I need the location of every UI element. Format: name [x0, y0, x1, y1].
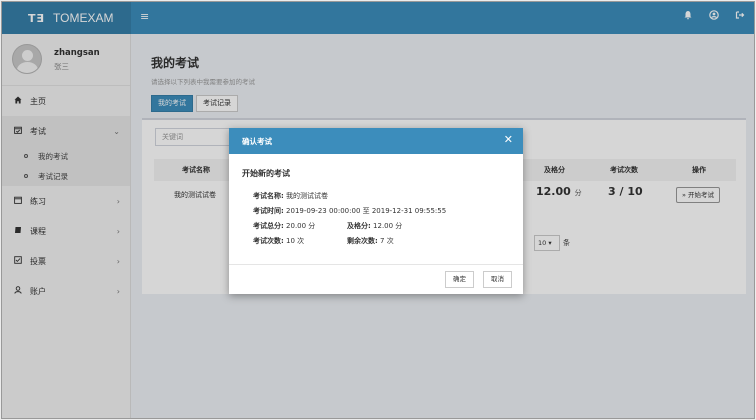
confirm-button[interactable]: 确定: [445, 271, 474, 288]
exam-time-value: 2019-09-23 00:00:00 至 2019-12-31 09:55:5…: [286, 207, 447, 215]
modal-heading: 开始新的考试: [242, 169, 290, 178]
app-window: T∃ TOMEXAM ≡ zhangsan 张三 主页 考试 ⌄ 我的考试 考试…: [1, 1, 755, 419]
modal-body: 开始新的考试 考试名称: 我的测试试卷 考试时间: 2019-09-23 00:…: [229, 154, 523, 265]
exam-name-line: 考试名称: 我的测试试卷: [253, 191, 328, 201]
exam-remain-label: 剩余次数:: [347, 237, 378, 245]
modal-footer: 确定 取消: [229, 265, 523, 294]
exam-times-value: 10 次: [286, 237, 305, 245]
exam-pass-line: 及格分: 12.00 分: [347, 221, 402, 231]
modal-title: 确认考试: [242, 137, 272, 146]
exam-total-label: 考试总分:: [253, 222, 284, 230]
exam-remain-value: 7 次: [380, 237, 394, 245]
exam-pass-value: 12.00 分: [373, 222, 403, 230]
modal-header: 确认考试 ✕: [229, 128, 523, 154]
exam-time-line: 考试时间: 2019-09-23 00:00:00 至 2019-12-31 0…: [253, 206, 446, 216]
exam-name-value: 我的测试试卷: [286, 192, 329, 200]
cancel-button[interactable]: 取消: [483, 271, 512, 288]
confirm-exam-modal: 确认考试 ✕ 开始新的考试 考试名称: 我的测试试卷 考试时间: 2019-09…: [229, 128, 523, 294]
exam-pass-label: 及格分:: [347, 222, 371, 230]
exam-total-line: 考试总分: 20.00 分: [253, 221, 315, 231]
exam-remain-line: 剩余次数: 7 次: [347, 236, 394, 246]
exam-total-value: 20.00 分: [286, 222, 316, 230]
exam-times-label: 考试次数:: [253, 237, 284, 245]
exam-name-label: 考试名称:: [253, 192, 284, 200]
exam-time-label: 考试时间:: [253, 207, 284, 215]
close-icon[interactable]: ✕: [504, 134, 513, 145]
exam-times-line: 考试次数: 10 次: [253, 236, 304, 246]
